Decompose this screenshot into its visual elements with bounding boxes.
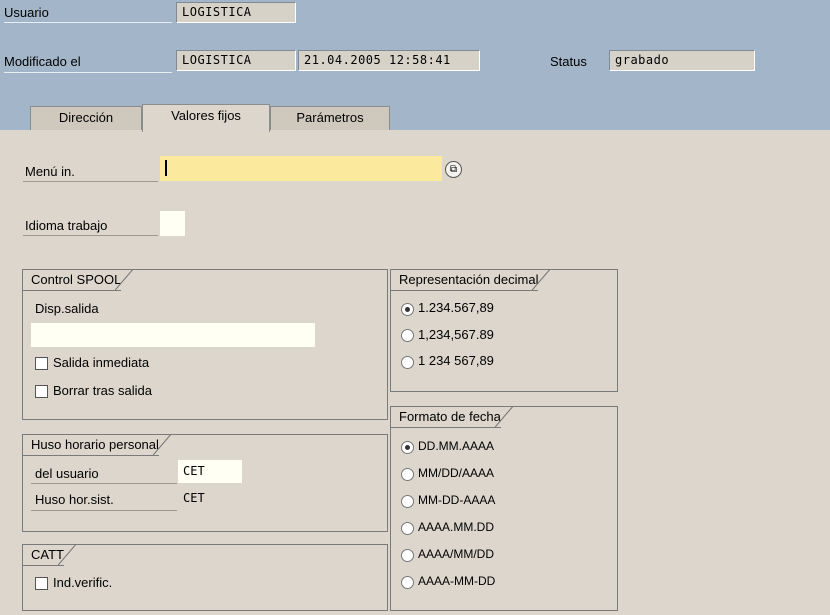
decimal-option-radio[interactable] xyxy=(401,356,414,369)
ind-verific-checkbox[interactable] xyxy=(35,577,48,590)
decimal-option-label: 1,234,567.89 xyxy=(418,327,494,342)
modificado-label: Modificado el xyxy=(4,54,81,69)
possible-entries-icon[interactable]: ⧉ xyxy=(445,161,462,178)
decimal-option-radio[interactable] xyxy=(401,329,414,342)
del-usuario-label: del usuario xyxy=(35,466,99,481)
divider xyxy=(23,181,158,182)
salida-inmediata-checkbox[interactable] xyxy=(35,357,48,370)
usuario-label: Usuario xyxy=(4,5,49,20)
disp-salida-input[interactable] xyxy=(31,323,315,347)
group-title-text: Representación decimal xyxy=(399,272,539,287)
borrar-tras-salida-checkbox[interactable] xyxy=(35,385,48,398)
tab-valores-fijos[interactable]: Valores fijos xyxy=(142,104,270,132)
borrar-tras-salida-label: Borrar tras salida xyxy=(53,383,152,398)
fecha-option-radio[interactable] xyxy=(401,468,414,481)
divider xyxy=(31,483,177,484)
formato-fecha-group: Formato de fecha DD.MM.AAAA MM/DD/AAAA M… xyxy=(390,406,618,611)
tab-label: Valores fijos xyxy=(171,108,241,123)
idioma-input[interactable] xyxy=(160,211,185,236)
divider xyxy=(31,510,177,511)
decimal-option-label: 1 234 567,89 xyxy=(418,353,494,368)
tab-label: Parámetros xyxy=(296,110,364,125)
group-title: Control SPOOL xyxy=(23,269,134,291)
modificado-datetime-field: 21.04.2005 12:58:41 xyxy=(298,50,480,71)
fecha-option-radio[interactable] xyxy=(401,576,414,589)
usuario-field: LOGISTICA xyxy=(176,2,296,23)
group-title-text: Formato de fecha xyxy=(399,409,501,424)
group-title-text: CATT xyxy=(31,547,64,562)
group-title-text: Control SPOOL xyxy=(31,272,122,287)
fecha-option-label: MM-DD-AAAA xyxy=(418,493,496,507)
group-title-text: Huso horario personal xyxy=(31,437,159,452)
text-cursor xyxy=(165,160,167,176)
tab-label: Dirección xyxy=(58,110,114,125)
huso-sist-label: Huso hor.sist. xyxy=(35,492,114,507)
fecha-option-radio[interactable] xyxy=(401,441,414,454)
menu-label: Menú in. xyxy=(25,164,75,179)
idioma-label: Idioma trabajo xyxy=(25,218,108,233)
group-title: Formato de fecha xyxy=(391,406,513,428)
del-usuario-field[interactable]: CET xyxy=(178,460,242,483)
fecha-option-radio[interactable] xyxy=(401,522,414,535)
group-title: Huso horario personal xyxy=(23,434,171,456)
status-field: grabado xyxy=(609,50,755,71)
fecha-option-radio[interactable] xyxy=(401,495,414,508)
tab-parametros[interactable]: Parámetros xyxy=(270,106,390,130)
huso-horario-group: Huso horario personal del usuario CET Hu… xyxy=(22,434,388,532)
fecha-option-label: AAAA-MM-DD xyxy=(418,574,496,588)
fecha-option-radio[interactable] xyxy=(401,549,414,562)
control-spool-group: Control SPOOL Disp.salida Salida inmedia… xyxy=(22,269,388,420)
header-area: Usuario LOGISTICA Modificado el LOGISTIC… xyxy=(0,0,830,132)
fecha-option-label: AAAA/MM/DD xyxy=(418,547,495,561)
salida-inmediata-label: Salida inmediata xyxy=(53,355,150,370)
group-title: CATT xyxy=(23,544,76,566)
menu-input[interactable] xyxy=(160,156,442,181)
representacion-decimal-group: Representación decimal 1.234.567,89 1,23… xyxy=(390,269,618,392)
catt-group: CATT Ind.verific. xyxy=(22,544,388,611)
disp-salida-label: Disp.salida xyxy=(35,301,99,316)
decimal-option-label: 1.234.567,89 xyxy=(418,300,494,315)
tab-direccion[interactable]: Dirección xyxy=(30,106,142,130)
fecha-option-label: AAAA.MM.DD xyxy=(418,520,495,534)
ind-verific-label: Ind.verific. xyxy=(53,575,113,590)
decimal-option-radio[interactable] xyxy=(401,303,414,316)
divider xyxy=(4,72,172,73)
fecha-option-label: MM/DD/AAAA xyxy=(418,466,495,480)
huso-sist-value: CET xyxy=(183,491,205,505)
fecha-option-label: DD.MM.AAAA xyxy=(418,439,495,453)
modificado-user-field: LOGISTICA xyxy=(176,50,296,71)
divider xyxy=(23,235,158,236)
group-title: Representación decimal xyxy=(391,269,551,291)
divider xyxy=(4,22,172,23)
status-label: Status xyxy=(550,54,587,69)
